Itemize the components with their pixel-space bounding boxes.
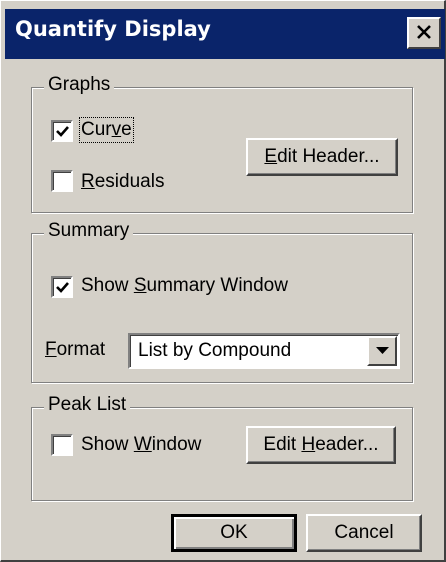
show-window-checkbox[interactable] <box>51 434 73 456</box>
close-icon <box>417 25 431 39</box>
cancel-button[interactable]: Cancel <box>306 514 422 552</box>
format-dropdown-value: List by Compound <box>138 340 292 361</box>
quantify-display-dialog: Quantify Display Graphs Curve Residuals … <box>0 0 446 562</box>
chevron-down-icon <box>376 347 389 354</box>
summary-legend: Summary <box>44 220 134 242</box>
show-summary-window-label[interactable]: Show Summary Window <box>81 275 288 297</box>
checkmark-icon <box>56 126 69 137</box>
close-button[interactable] <box>407 17 441 49</box>
residuals-checkbox[interactable] <box>51 170 73 192</box>
ok-button[interactable]: OK <box>171 514 297 552</box>
title-bar[interactable]: Quantify Display <box>5 9 445 59</box>
show-window-label[interactable]: Show Window <box>81 434 201 456</box>
show-summary-window-checkbox[interactable] <box>51 276 73 298</box>
residuals-label[interactable]: Residuals <box>81 171 164 193</box>
window-title: Quantify Display <box>15 17 211 41</box>
peak-list-edit-header-button[interactable]: Edit Header... <box>246 426 396 464</box>
peak-list-legend: Peak List <box>44 394 131 416</box>
graphs-edit-header-button[interactable]: Edit Header... <box>246 138 398 176</box>
dropdown-arrow-button[interactable] <box>367 336 397 366</box>
checkmark-icon <box>56 282 69 293</box>
graphs-legend: Graphs <box>44 74 115 96</box>
curve-checkbox[interactable] <box>51 120 73 142</box>
curve-label[interactable]: Curve <box>79 117 134 143</box>
format-label: Format <box>45 339 106 360</box>
format-dropdown[interactable]: List by Compound <box>128 333 400 369</box>
